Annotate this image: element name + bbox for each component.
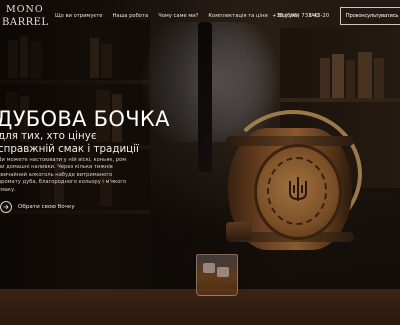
whisky-glass-image	[196, 254, 238, 296]
choose-barrel-label: Обрати свою бочку	[18, 204, 75, 210]
nav-item-why-us[interactable]: Чому саме ми?	[158, 13, 198, 19]
nav-item-our-work[interactable]: Наша робота	[112, 13, 148, 19]
barrel-spigot	[226, 222, 252, 240]
oak-barrel-image	[220, 110, 362, 260]
logo-text-mono: MONO	[6, 4, 44, 15]
logo-text-barrel: BARREL	[2, 17, 49, 28]
hero-description: Ви можете настоювати у ній віскі, коньяк…	[0, 157, 127, 193]
phone-link[interactable]: +38 (096) 733-43-20	[272, 13, 329, 19]
hero-title: ДУБОВА БОЧКА	[0, 107, 170, 131]
nav-item-pricing[interactable]: Комплектація та ціни	[208, 13, 267, 19]
hero-subtitle: для тих, хто цінує справжній смак і трад…	[0, 130, 139, 155]
arrow-right-icon	[0, 201, 12, 213]
nav-item-benefits[interactable]: Що ви отримуєте	[55, 13, 102, 19]
choose-barrel-link[interactable]: Обрати свою бочку	[0, 201, 75, 213]
trident-emblem-icon	[289, 177, 307, 201]
consult-button[interactable]: Проконсультуватись	[340, 7, 400, 25]
barrel-engraved-face	[254, 144, 342, 240]
site-header: MONO BARREL Що ви отримуєте Наша робота …	[0, 0, 400, 34]
